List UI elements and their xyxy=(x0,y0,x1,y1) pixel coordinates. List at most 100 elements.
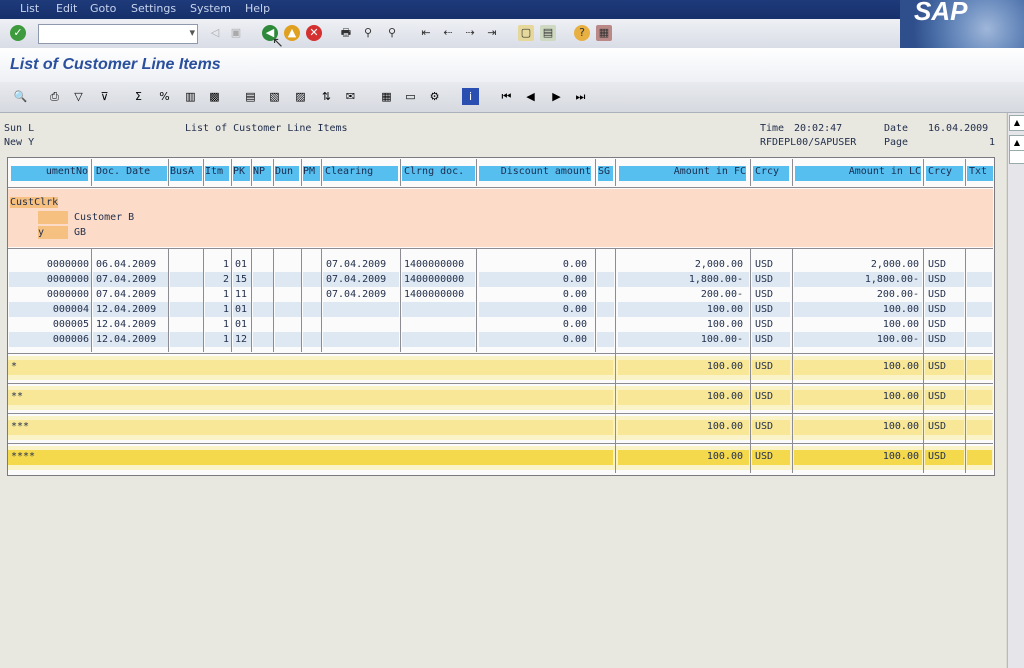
prev-page-icon[interactable]: ⇠ xyxy=(440,25,456,41)
total-lc[interactable]: 100.00 xyxy=(795,451,919,462)
line-item-pk[interactable]: 12 xyxy=(235,334,251,345)
line-item-crcy[interactable]: USD xyxy=(755,274,785,285)
line-item-crcy[interactable]: USD xyxy=(755,319,785,330)
total-fc[interactable]: 100.00 xyxy=(619,391,743,402)
col-amount-lc[interactable]: Amount in LC xyxy=(795,166,921,181)
line-item-disc[interactable]: 0.00 xyxy=(479,274,587,285)
total-fc[interactable]: 100.00 xyxy=(619,451,743,462)
line-item-crcy2[interactable]: USD xyxy=(928,259,958,270)
scroll-up-icon[interactable]: ▲ xyxy=(1009,115,1024,131)
col-currency-lc[interactable]: Crcy xyxy=(926,166,963,181)
total-lc[interactable]: 100.00 xyxy=(795,391,919,402)
line-item-doc[interactable]: 000006 xyxy=(10,334,89,345)
line-item-itm[interactable]: 1 xyxy=(205,289,229,300)
line-item-lc[interactable]: 200.00- xyxy=(795,289,919,300)
line-item-clrng[interactable]: 1400000000 xyxy=(404,289,476,300)
total-label[interactable]: ** xyxy=(11,391,71,402)
line-item-date[interactable]: 12.04.2009 xyxy=(96,304,166,315)
mail-icon[interactable]: ✉ xyxy=(342,88,359,105)
line-item-itm[interactable]: 1 xyxy=(205,259,229,270)
previous-icon[interactable]: ◀ xyxy=(522,88,539,105)
menu-edit[interactable]: Edit xyxy=(56,2,77,15)
print-icon[interactable]: 🖶 xyxy=(338,25,354,41)
line-item-fc[interactable]: 100.00 xyxy=(619,304,743,315)
select-detail-icon[interactable]: 🔍 xyxy=(12,88,29,105)
line-item-doc[interactable]: 0000000 xyxy=(10,289,89,300)
col-clearing-doc[interactable]: Clrng doc. xyxy=(402,166,475,181)
line-item-pk[interactable]: 01 xyxy=(235,304,251,315)
line-item-lc[interactable]: 100.00- xyxy=(795,334,919,345)
col-amount-fc[interactable]: Amount in FC xyxy=(619,166,746,181)
line-item-crcy[interactable]: USD xyxy=(755,259,785,270)
find-next-icon[interactable]: ⚲ xyxy=(384,25,400,41)
line-item-date[interactable]: 12.04.2009 xyxy=(96,334,166,345)
line-item-date[interactable]: 06.04.2009 xyxy=(96,259,166,270)
total-crcy2[interactable]: USD xyxy=(928,391,958,402)
total-crcy[interactable]: USD xyxy=(755,391,785,402)
total-fc[interactable]: 100.00 xyxy=(619,421,743,432)
total-fc[interactable]: 100.00 xyxy=(619,361,743,372)
col-text[interactable]: Txt xyxy=(967,166,993,181)
print-preview-icon[interactable]: ⎙ xyxy=(46,88,63,105)
line-item-disc[interactable]: 0.00 xyxy=(479,259,587,270)
total-crcy[interactable]: USD xyxy=(755,421,785,432)
help-icon[interactable]: ? xyxy=(574,25,590,41)
menu-help[interactable]: Help xyxy=(245,2,270,15)
total-label[interactable]: **** xyxy=(11,451,71,462)
line-item-crcy2[interactable]: USD xyxy=(928,274,958,285)
col-posting-key[interactable]: PK xyxy=(233,166,250,181)
first-page-icon[interactable]: ⇤ xyxy=(418,25,434,41)
line-item-doc[interactable]: 0000000 xyxy=(10,274,89,285)
menu-settings[interactable]: Settings xyxy=(131,2,176,15)
first-icon[interactable]: ⏮ xyxy=(498,88,515,105)
col-item[interactable]: Itm xyxy=(205,166,229,181)
col-clearing[interactable]: Clearing xyxy=(323,166,398,181)
col-doc-date[interactable]: Doc. Date xyxy=(94,166,167,181)
col-special-gl[interactable]: SG xyxy=(598,166,613,181)
line-item-date[interactable]: 07.04.2009 xyxy=(96,289,166,300)
total-label[interactable]: * xyxy=(11,361,71,372)
last-icon[interactable]: ⏭ xyxy=(572,88,589,105)
line-item-doc[interactable]: 000005 xyxy=(10,319,89,330)
line-item-itm[interactable]: 1 xyxy=(205,319,229,330)
line-item-crcy[interactable]: USD xyxy=(755,304,785,315)
save-icon[interactable]: ▣ xyxy=(228,25,244,41)
line-item-doc[interactable]: 0000000 xyxy=(10,259,89,270)
line-item-clearing[interactable]: 07.04.2009 xyxy=(326,259,398,270)
layout-icon[interactable]: ▦ xyxy=(596,25,612,41)
line-item-clrng[interactable]: 1400000000 xyxy=(404,259,476,270)
next-page-icon[interactable]: ⇢ xyxy=(462,25,478,41)
line-item-fc[interactable]: 100.00 xyxy=(619,319,743,330)
line-item-fc[interactable]: 100.00- xyxy=(619,334,743,345)
next-icon[interactable]: ▶ xyxy=(548,88,565,105)
line-item-lc[interactable]: 2,000.00 xyxy=(795,259,919,270)
line-item-lc[interactable]: 1,800.00- xyxy=(795,274,919,285)
line-item-crcy2[interactable]: USD xyxy=(928,334,958,345)
line-item-fc[interactable]: 1,800.00- xyxy=(619,274,743,285)
total-lc[interactable]: 100.00 xyxy=(795,421,919,432)
line-item-disc[interactable]: 0.00 xyxy=(479,319,587,330)
line-item-date[interactable]: 12.04.2009 xyxy=(96,319,166,330)
total-crcy[interactable]: USD xyxy=(755,361,785,372)
grid-icon[interactable]: ▦ xyxy=(378,88,395,105)
save-layout-icon[interactable]: ▨ xyxy=(292,88,309,105)
line-item-clearing[interactable]: 07.04.2009 xyxy=(326,274,398,285)
line-item-crcy[interactable]: USD xyxy=(755,334,785,345)
total-crcy[interactable]: USD xyxy=(755,451,785,462)
sort-icon[interactable]: ⇅ xyxy=(318,88,335,105)
total-lc[interactable]: 100.00 xyxy=(795,361,919,372)
new-session-icon[interactable]: ▢ xyxy=(518,25,534,41)
info-icon[interactable]: i xyxy=(462,88,479,105)
line-item-itm[interactable]: 1 xyxy=(205,304,229,315)
line-item-crcy[interactable]: USD xyxy=(755,289,785,300)
exit-icon[interactable]: ▲ xyxy=(284,25,300,41)
line-item-fc[interactable]: 2,000.00 xyxy=(619,259,743,270)
vertical-scrollbar[interactable]: ▲ ▲ xyxy=(1007,113,1024,668)
total-crcy2[interactable]: USD xyxy=(928,361,958,372)
line-item-pk[interactable]: 01 xyxy=(235,259,251,270)
line-item-clrng[interactable]: 1400000000 xyxy=(404,274,476,285)
column-icon[interactable]: ▭ xyxy=(402,88,419,105)
line-item-disc[interactable]: 0.00 xyxy=(479,334,587,345)
select-layout-icon[interactable]: ▧ xyxy=(266,88,283,105)
line-item-fc[interactable]: 200.00- xyxy=(619,289,743,300)
